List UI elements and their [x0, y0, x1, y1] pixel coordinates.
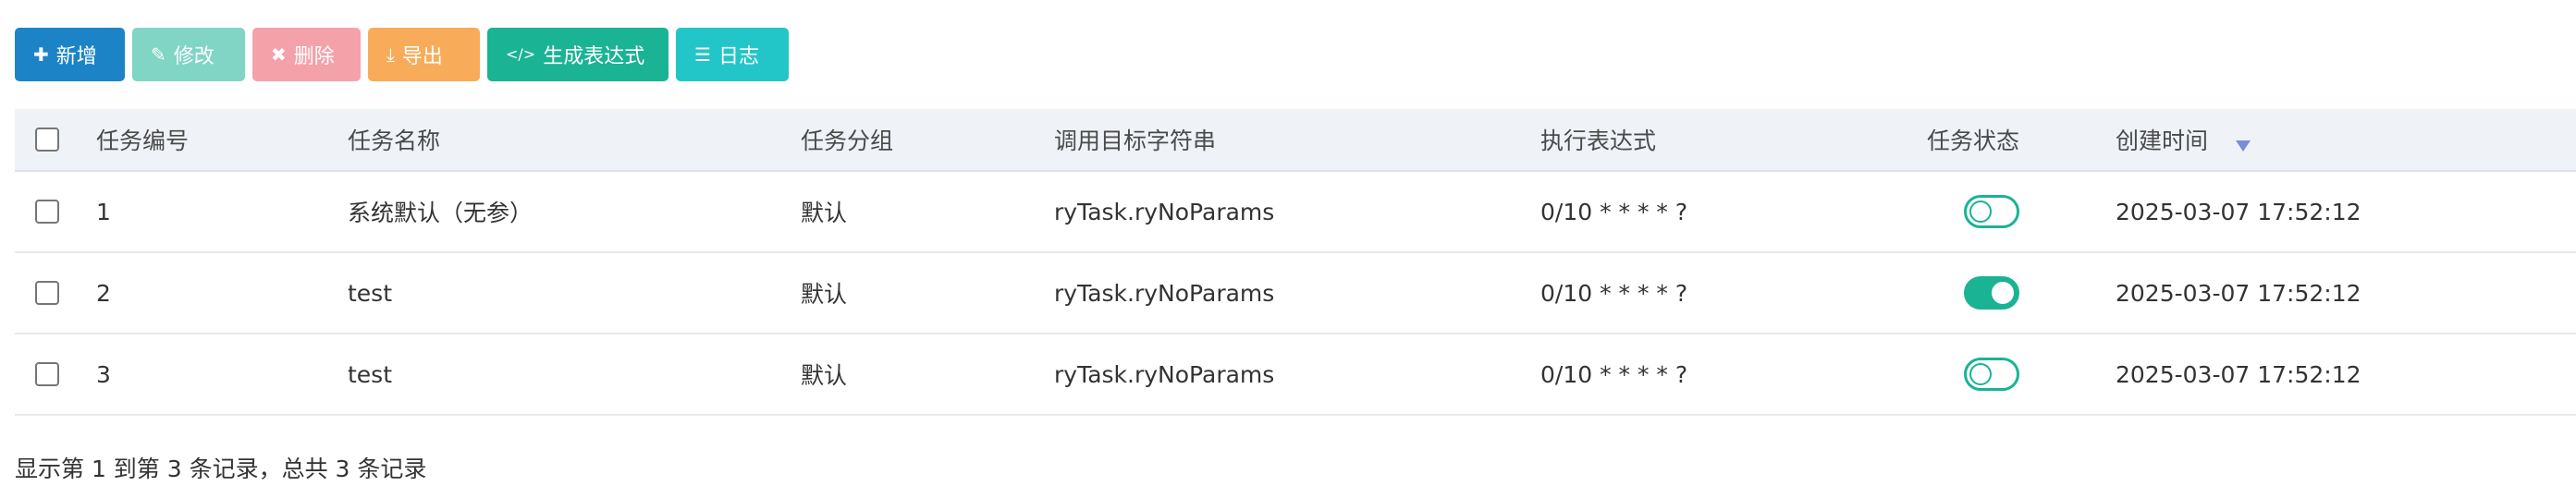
- delete-button[interactable]: ✖ 删除: [252, 28, 361, 81]
- job-name: test: [348, 279, 393, 307]
- invoke-target: ryTask.ryNoParams: [1054, 279, 1275, 307]
- job-id: 3: [96, 360, 111, 388]
- status-toggle[interactable]: [1964, 276, 2019, 310]
- table-row: 3 test 默认 ryTask.ryNoParams 0/10 * * * *…: [15, 334, 2576, 416]
- header-job-name[interactable]: 任务名称: [348, 109, 440, 170]
- toggle-knob: [1969, 363, 1992, 385]
- invoke-target: ryTask.ryNoParams: [1054, 360, 1275, 388]
- pagination-summary: 显示第 1 到第 3 条记录，总共 3 条记录: [15, 456, 427, 482]
- export-button-label: 导出: [401, 45, 443, 68]
- log-button-label: 日志: [718, 45, 759, 68]
- invoke-target: ryTask.ryNoParams: [1054, 198, 1275, 225]
- edit-icon: ✎: [151, 43, 166, 66]
- cron-expression: 0/10 * * * * ?: [1540, 360, 1688, 388]
- close-icon: ✖: [271, 43, 287, 66]
- download-icon: ⤓: [386, 43, 395, 66]
- edit-button-label: 修改: [173, 45, 215, 68]
- header-invoke-target[interactable]: 调用目标字符串: [1054, 109, 1216, 170]
- table-row: 2 test 默认 ryTask.ryNoParams 0/10 * * * *…: [15, 253, 2576, 334]
- header-status[interactable]: 任务状态: [1927, 109, 2019, 170]
- generate-expression-button[interactable]: </> 生成表达式: [487, 28, 669, 81]
- job-id: 1: [96, 198, 111, 225]
- list-icon: ☰: [694, 43, 711, 66]
- select-all-checkbox[interactable]: [35, 128, 59, 152]
- table-header: 任务编号 任务名称 任务分组 调用目标字符串 执行表达式 任务状态 创建时间: [15, 109, 2576, 172]
- toggle-knob: [1992, 282, 2014, 304]
- job-id: 2: [96, 279, 111, 307]
- header-job-group[interactable]: 任务分组: [801, 109, 893, 170]
- log-button[interactable]: ☰ 日志: [676, 28, 789, 81]
- create-time: 2025-03-07 17:52:12: [2116, 279, 2361, 307]
- create-time: 2025-03-07 17:52:12: [2116, 198, 2361, 225]
- export-button[interactable]: ⤓ 导出: [368, 28, 480, 81]
- edit-button[interactable]: ✎ 修改: [132, 28, 245, 81]
- job-group: 默认: [801, 281, 848, 308]
- job-group: 默认: [801, 200, 848, 226]
- status-toggle[interactable]: [1964, 358, 2019, 391]
- row-checkbox[interactable]: [35, 200, 59, 224]
- plus-icon: ✚: [33, 43, 49, 66]
- header-cron-expression[interactable]: 执行表达式: [1540, 109, 1656, 170]
- add-button[interactable]: ✚ 新增: [15, 28, 125, 81]
- header-create-time[interactable]: 创建时间: [2116, 109, 2251, 170]
- job-name: test: [348, 360, 393, 388]
- job-name: 系统默认（无参）: [348, 200, 534, 226]
- cron-expression: 0/10 * * * * ?: [1540, 198, 1688, 225]
- toggle-knob: [1969, 200, 1992, 223]
- sort-desc-icon[interactable]: [2236, 140, 2251, 152]
- job-table: 任务编号 任务名称 任务分组 调用目标字符串 执行表达式 任务状态 创建时间 1…: [15, 109, 2576, 416]
- delete-button-label: 删除: [293, 45, 335, 68]
- row-checkbox[interactable]: [35, 281, 59, 305]
- header-job-id[interactable]: 任务编号: [96, 109, 189, 170]
- code-icon: </>: [506, 45, 536, 63]
- table-row: 1 系统默认（无参） 默认 ryTask.ryNoParams 0/10 * *…: [15, 172, 2576, 253]
- generate-expression-label: 生成表达式: [543, 45, 645, 68]
- create-time: 2025-03-07 17:52:12: [2116, 360, 2361, 388]
- cron-expression: 0/10 * * * * ?: [1540, 279, 1688, 307]
- status-toggle[interactable]: [1964, 195, 2019, 228]
- toolbar: ✚ 新增 ✎ 修改 ✖ 删除 ⤓ 导出 </> 生成表达式 ☰ 日志: [15, 28, 789, 81]
- add-button-label: 新增: [55, 45, 97, 68]
- job-group: 默认: [801, 362, 848, 389]
- row-checkbox[interactable]: [35, 362, 59, 386]
- header-create-time-label: 创建时间: [2116, 128, 2209, 154]
